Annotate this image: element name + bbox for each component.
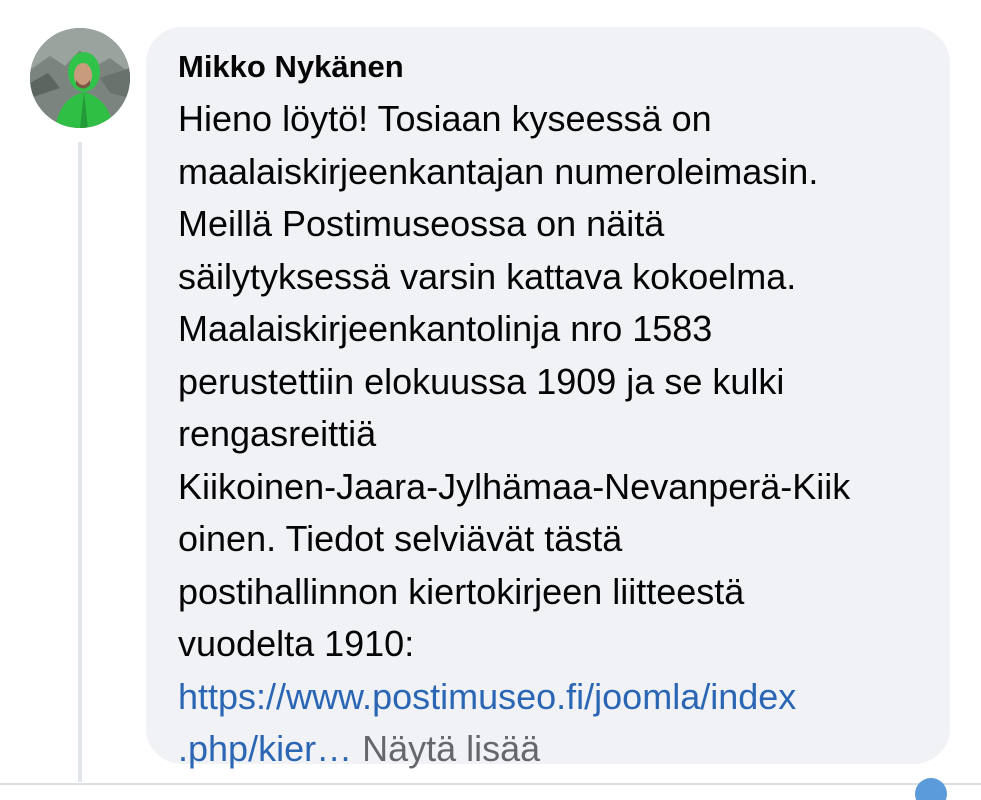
- comment-line: maalaiskirjeenkantajan numeroleimasin.: [178, 150, 819, 192]
- profile-photo-icon: [30, 28, 130, 128]
- comment-line: postihallinnon kiertokirjeen liitteestä: [178, 570, 745, 612]
- comment-author[interactable]: Mikko Nykänen: [178, 47, 930, 87]
- see-more-link[interactable]: Näytä lisää: [362, 728, 540, 769]
- comment-line: Hieno löytö! Tosiaan kyseessä on: [178, 98, 712, 139]
- comment-line: Maalaiskirjeenkantolinja nro 1583: [178, 308, 713, 349]
- comment-thread: Mikko Nykänen Hieno löytö! Tosiaan kysee…: [0, 0, 981, 800]
- comment-text: Hieno löytö! Tosiaan kyseessä on maalais…: [178, 93, 930, 776]
- thread-connector: [78, 142, 82, 782]
- comment-line: säilytyksessä varsin kattava kokoelma.: [178, 255, 797, 297]
- comment-line: oinen. Tiedot selviävät tästä: [178, 518, 623, 559]
- comment-line: vuodelta 1910:: [178, 623, 415, 664]
- avatar[interactable]: [30, 28, 130, 128]
- next-comment-avatar[interactable]: [915, 778, 947, 800]
- comment-line: Meillä Postimuseossa on näitä: [178, 203, 665, 244]
- comment-line: rengasreittiä: [178, 413, 377, 454]
- comment-link-continued[interactable]: .php/kier…: [178, 728, 352, 769]
- comment-bubble: Mikko Nykänen Hieno löytö! Tosiaan kysee…: [146, 27, 950, 769]
- comment-link-line: https://www.postimuseo.fi/joomla/index: [178, 671, 930, 724]
- comment-line: Kiikoinen-Jaara-Jylhämaa-Nevanperä-Kiik: [178, 465, 851, 507]
- comment-link[interactable]: https://www.postimuseo.fi/joomla/index: [178, 676, 796, 717]
- divider: [0, 783, 981, 785]
- comment-line: perustettiin elokuussa 1909 ja se kulki: [178, 360, 785, 402]
- comment-link-line: .php/kier… Näytä lisää: [178, 723, 930, 776]
